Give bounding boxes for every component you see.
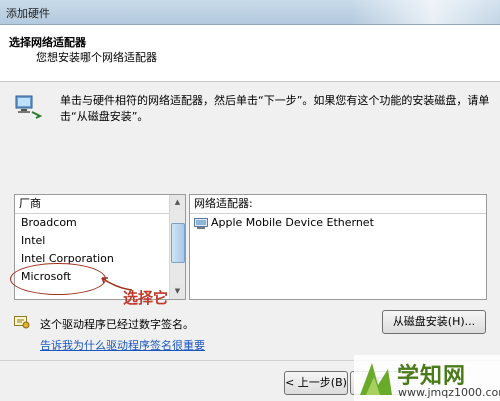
manufacturer-scrollbar[interactable]: ▲ ▼ (169, 195, 185, 299)
back-button[interactable]: < 上一步(B) (284, 371, 348, 395)
titlebar-glare (350, 0, 500, 24)
adapter-item[interactable]: Apple Mobile Device Ethernet (190, 214, 486, 232)
window-title: 添加硬件 (6, 7, 50, 20)
page-title: 选择网络适配器 (9, 36, 86, 49)
window-titlebar[interactable]: 添加硬件 (0, 0, 500, 25)
scroll-thumb[interactable] (171, 223, 185, 263)
signature-status: 这个驱动程序已经过数字签名。 (40, 318, 194, 331)
network-adapter-icon (194, 217, 208, 229)
signed-driver-icon (14, 316, 30, 329)
instruction-text: 单击与硬件相符的网络适配器，然后单击“下一步”。如果您有这个功能的安装磁盘，请单… (60, 94, 490, 123)
wizard-header: 选择网络适配器 您想安装哪个网络适配器 (0, 25, 500, 82)
adapter-item-label: Apple Mobile Device Ethernet (211, 216, 374, 229)
manufacturer-item[interactable]: Intel (15, 232, 170, 250)
network-computer-icon (15, 95, 42, 119)
manufacturer-item[interactable]: Broadcom (15, 214, 170, 232)
watermark-url: www.jmqz1000.com (398, 386, 500, 399)
scroll-down-icon[interactable]: ▼ (170, 284, 185, 299)
have-disk-button[interactable]: 从磁盘安装(H)... (382, 310, 486, 334)
signature-info-link[interactable]: 告诉我为什么驱动程序签名很重要 (40, 337, 205, 353)
annotation-ellipse (10, 263, 106, 295)
manufacturer-column-header: 厂商 (15, 195, 185, 214)
page-subtitle: 您想安装哪个网络适配器 (36, 51, 157, 64)
scroll-up-icon[interactable]: ▲ (170, 195, 185, 210)
annotation-label: 选择它 (123, 289, 169, 307)
adapter-list[interactable]: 网络适配器: Apple Mobile Device Ethernet (189, 194, 487, 300)
adapter-column-header: 网络适配器: (190, 195, 486, 214)
